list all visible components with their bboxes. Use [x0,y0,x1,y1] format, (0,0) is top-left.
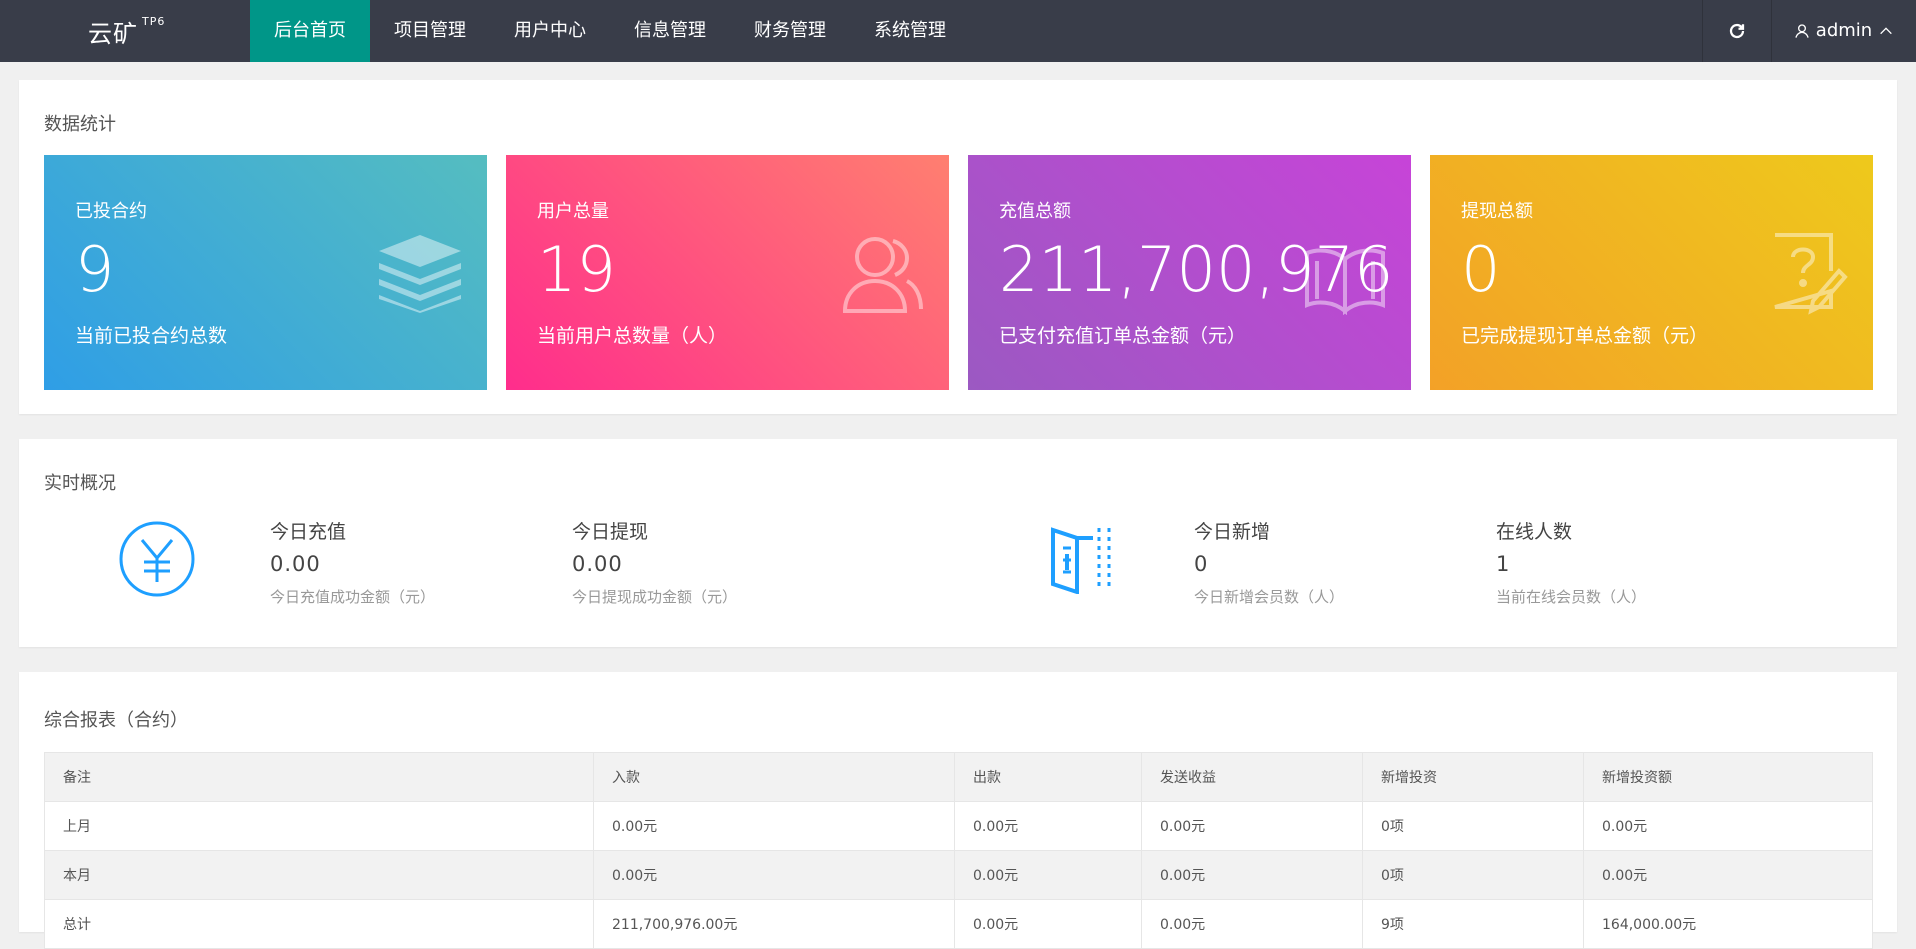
table-row: 上月 0.00元 0.00元 0.00元 0项 0.00元 [44,801,1873,851]
yuan-icon [119,521,195,597]
col-income: 入款 [593,752,955,802]
nav-item-users[interactable]: 用户中心 [490,0,610,62]
main-nav: 后台首页 项目管理 用户中心 信息管理 财务管理 系统管理 [250,0,970,62]
rt-value: 1 [1496,552,1511,576]
table-cell: 0.00元 [1583,850,1873,900]
book-icon [1305,248,1385,315]
table-cell: 0.00元 [954,850,1142,900]
stat-card-withdraw: 提现总额 0 已完成提现订单总金额（元） [1430,155,1873,390]
col-outgo: 出款 [954,752,1142,802]
realtime-today-withdraw: 今日提现 0.00 今日提现成功金额（元） [572,517,737,607]
nav-item-projects[interactable]: 项目管理 [370,0,490,62]
rt-desc: 当前在线会员数（人） [1496,588,1647,606]
table-cell: 上月 [44,801,594,851]
table-cell: 9项 [1362,899,1584,949]
nav-item-finance[interactable]: 财务管理 [730,0,850,62]
refresh-button[interactable] [1702,0,1771,62]
logo[interactable]: 云矿 TP6 [88,14,165,49]
stat-card-recharge: 充值总额 211,700,976 已支付充值订单总金额（元） [968,155,1411,390]
stat-card-users: 用户总量 19 当前用户总数量（人） [506,155,949,390]
table-row: 本月 0.00元 0.00元 0.00元 0项 0.00元 [44,850,1873,900]
chevron-up-icon [1880,27,1893,35]
table-cell: 0.00元 [1141,899,1363,949]
rt-label: 今日新增 [1194,521,1271,543]
stat-value: 0 [1461,233,1501,306]
rt-desc: 今日新增会员数（人） [1194,588,1345,606]
rt-label: 今日充值 [270,521,347,543]
users-icon [842,237,923,313]
stat-label: 已投合约 [75,201,147,222]
stat-label: 用户总量 [537,201,609,222]
nav-item-info[interactable]: 信息管理 [610,0,730,62]
table-cell: 211,700,976.00元 [593,899,955,949]
col-profit: 发送收益 [1141,752,1363,802]
report-panel: 综合报表（合约） 备注 入款 出款 发送收益 新增投资 新增投资额 上月 0.0… [19,672,1897,949]
stats-title: 数据统计 [44,114,116,135]
realtime-title: 实时概况 [44,473,116,494]
stat-label: 提现总额 [1461,201,1533,222]
logo-text: 云矿 [88,20,138,48]
realtime-online: 在线人数 1 当前在线会员数（人） [1496,517,1646,607]
logo-sup: TP6 [142,15,166,28]
rt-value: 0.00 [572,552,623,576]
nav-item-home[interactable]: 后台首页 [250,0,370,62]
stat-label: 充值总额 [999,201,1071,222]
nav-item-system[interactable]: 系统管理 [850,0,970,62]
table-cell: 0.00元 [954,801,1142,851]
col-new-invest-amount: 新增投资额 [1583,752,1873,802]
table-cell: 164,000.00元 [1583,899,1873,949]
table-cell: 总计 [44,899,594,949]
table-cell: 0.00元 [1141,801,1363,851]
table-cell: 0项 [1362,801,1584,851]
col-new-invest: 新增投资 [1362,752,1584,802]
layers-icon [379,235,461,313]
stats-panel: 数据统计 已投合约 9 当前已投合约总数 用户总量 19 当前用户总数量（人） … [19,80,1897,414]
stat-value: 19 [537,233,616,306]
report-title: 综合报表（合约） [44,710,188,731]
table-cell: 0.00元 [593,850,955,900]
refresh-icon [1729,23,1745,39]
rt-value: 0.00 [270,552,321,576]
table-cell: 0.00元 [1583,801,1873,851]
realtime-today-new: 今日新增 0 今日新增会员数（人） [1194,517,1344,607]
table-cell: 0项 [1362,850,1584,900]
col-note: 备注 [44,752,594,802]
username: admin [1815,20,1873,41]
table-header-row: 备注 入款 出款 发送收益 新增投资 新增投资额 [44,752,1873,802]
stat-value: 9 [75,233,115,306]
top-bar: 云矿 TP6 后台首页 项目管理 用户中心 信息管理 财务管理 系统管理 admi… [0,0,1916,62]
rt-label: 今日提现 [572,521,649,543]
stat-desc: 已完成提现订单总金额（元） [1461,325,1709,347]
top-right-tools: admin [1702,0,1916,62]
table-cell: 0.00元 [593,801,955,851]
user-menu[interactable]: admin [1771,0,1916,62]
stat-desc: 当前用户总数量（人） [537,325,728,347]
table-cell: 0.00元 [1141,850,1363,900]
door-enter-icon [1051,527,1111,594]
user-icon [1795,24,1809,38]
stat-desc: 已支付充值订单总金额（元） [999,325,1247,347]
stat-card-contracts: 已投合约 9 当前已投合约总数 [44,155,487,390]
table-cell: 本月 [44,850,594,900]
question-edit-icon [1774,233,1848,315]
rt-value: 0 [1194,552,1209,576]
stat-desc: 当前已投合约总数 [75,325,228,347]
realtime-panel: 实时概况 今日充值 0.00 今日充值成功金额（元） 今日提现 0.00 今日提… [19,439,1897,647]
realtime-today-recharge: 今日充值 0.00 今日充值成功金额（元） [270,517,435,607]
rt-desc: 今日提现成功金额（元） [572,588,738,606]
rt-desc: 今日充值成功金额（元） [270,588,436,606]
table-cell: 0.00元 [954,899,1142,949]
report-table: 备注 入款 出款 发送收益 新增投资 新增投资额 上月 0.00元 0.00元 … [44,752,1873,949]
table-row: 总计 211,700,976.00元 0.00元 0.00元 9项 164,00… [44,899,1873,949]
rt-label: 在线人数 [1496,521,1573,543]
